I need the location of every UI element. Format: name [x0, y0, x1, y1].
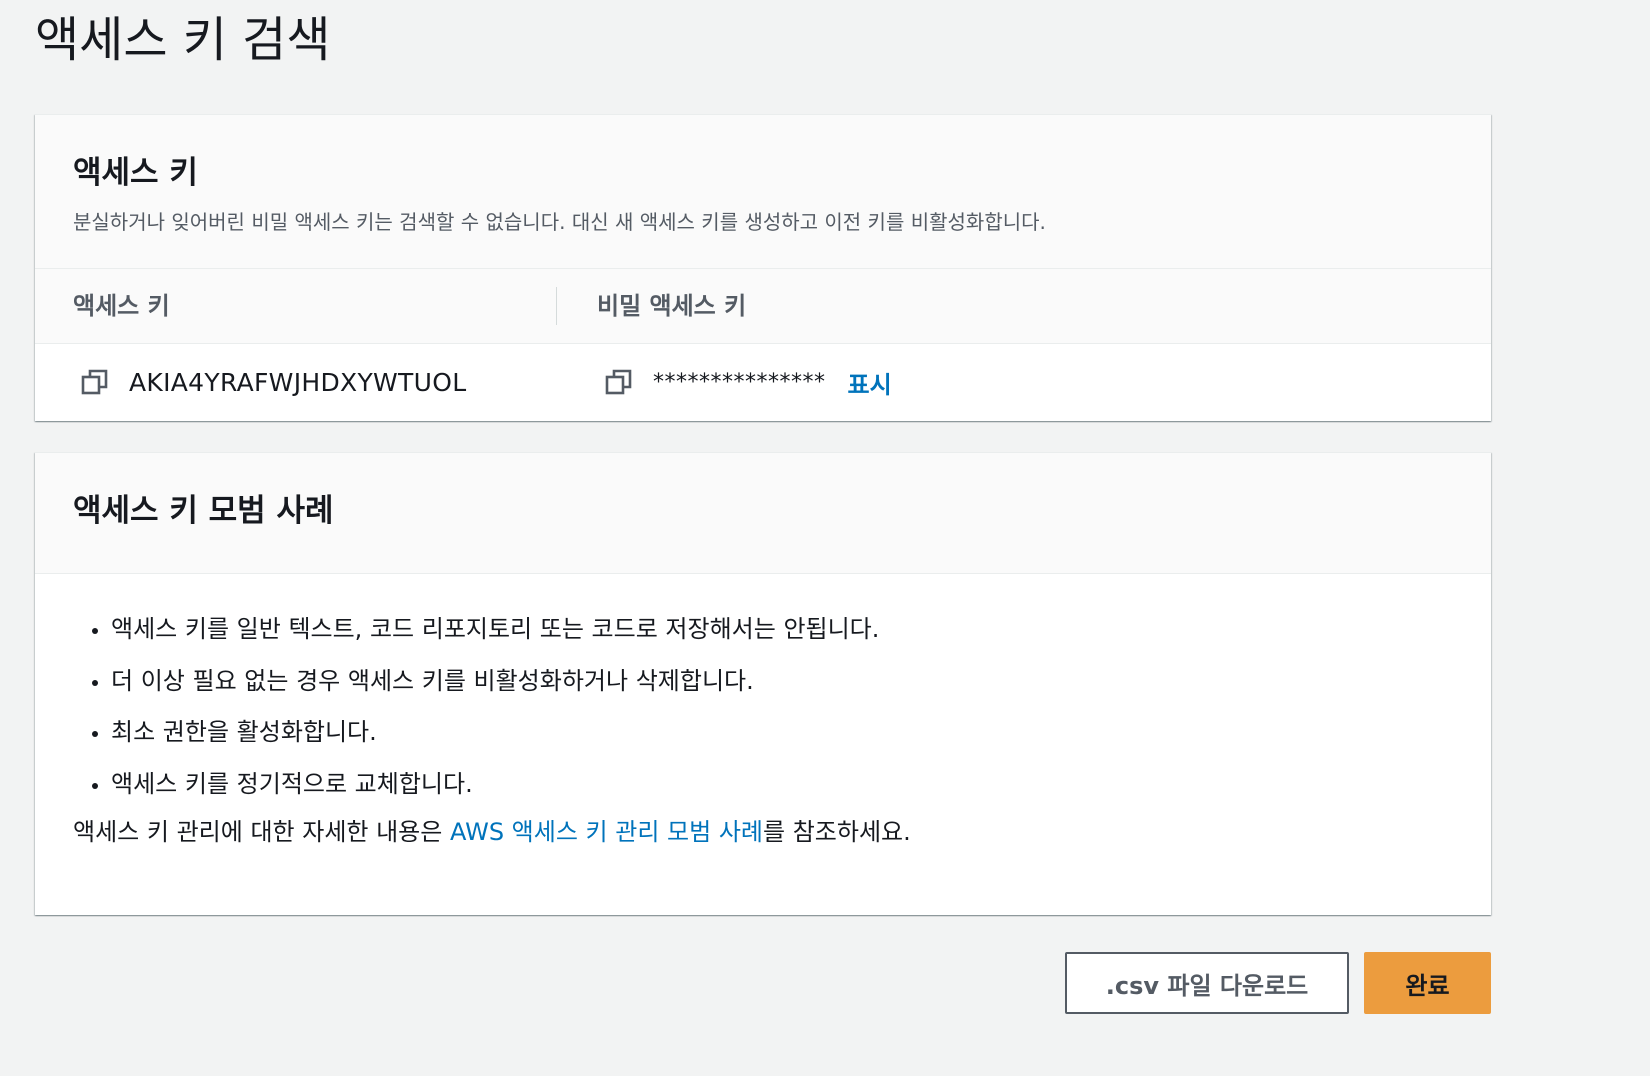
access-key-panel-description: 분실하거나 잊어버린 비밀 액세스 키는 검색할 수 없습니다. 대신 새 액세…	[73, 210, 1046, 234]
secret-key-cell: *************** 표시	[557, 365, 892, 400]
best-practices-panel-header: 액세스 키 모범 사례	[35, 453, 1491, 574]
list-item: 최소 권한을 활성화합니다.	[111, 707, 1453, 759]
column-header-secret-key: 비밀 액세스 키	[597, 292, 747, 320]
more-info-text: 액세스 키 관리에 대한 자세한 내용은 AWS 액세스 키 관리 모범 사례를…	[73, 812, 1453, 852]
show-secret-link[interactable]: 표시	[848, 365, 892, 400]
best-practices-panel-body: 액세스 키를 일반 텍스트, 코드 리포지토리 또는 코드로 저장해서는 안됩니…	[35, 574, 1491, 852]
table-row: AKIA4YRAFWJHDXYWTUOL *************** 표시	[35, 344, 1491, 420]
best-practices-panel: 액세스 키 모범 사례 액세스 키를 일반 텍스트, 코드 리포지토리 또는 코…	[35, 452, 1491, 915]
access-key-value: AKIA4YRAFWJHDXYWTUOL	[129, 367, 467, 397]
access-key-table: 액세스 키 비밀 액세스 키 AKIA4YRAFWJHDXYWTUOL ****…	[35, 269, 1491, 420]
best-practices-panel-title: 액세스 키 모범 사례	[73, 493, 334, 529]
column-header-access-key: 액세스 키	[35, 287, 557, 325]
best-practices-list: 액세스 키를 일반 텍스트, 코드 리포지토리 또는 코드로 저장해서는 안됩니…	[73, 604, 1453, 810]
access-key-panel-header: 액세스 키 분실하거나 잊어버린 비밀 액세스 키는 검색할 수 없습니다. 대…	[35, 115, 1491, 269]
list-item: 액세스 키를 정기적으로 교체합니다.	[111, 759, 1453, 811]
copy-icon[interactable]	[81, 368, 109, 396]
secret-key-masked-value: ***************	[653, 369, 826, 395]
download-csv-button[interactable]: .csv 파일 다운로드	[1065, 952, 1349, 1014]
table-header: 액세스 키 비밀 액세스 키	[35, 269, 1491, 344]
done-button[interactable]: 완료	[1364, 952, 1491, 1014]
copy-icon[interactable]	[605, 368, 633, 396]
access-key-panel: 액세스 키 분실하거나 잊어버린 비밀 액세스 키는 검색할 수 없습니다. 대…	[35, 114, 1491, 421]
more-info-prefix: 액세스 키 관리에 대한 자세한 내용은	[73, 818, 450, 846]
best-practices-link[interactable]: AWS 액세스 키 관리 모범 사례	[450, 818, 763, 846]
page-title: 액세스 키 검색	[35, 12, 331, 68]
list-item: 더 이상 필요 없는 경우 액세스 키를 비활성화하거나 삭제합니다.	[111, 656, 1453, 708]
list-item: 액세스 키를 일반 텍스트, 코드 리포지토리 또는 코드로 저장해서는 안됩니…	[111, 604, 1453, 656]
access-key-panel-title: 액세스 키	[73, 155, 198, 191]
access-key-cell: AKIA4YRAFWJHDXYWTUOL	[35, 368, 557, 397]
more-info-suffix: 를 참조하세요.	[763, 818, 911, 846]
